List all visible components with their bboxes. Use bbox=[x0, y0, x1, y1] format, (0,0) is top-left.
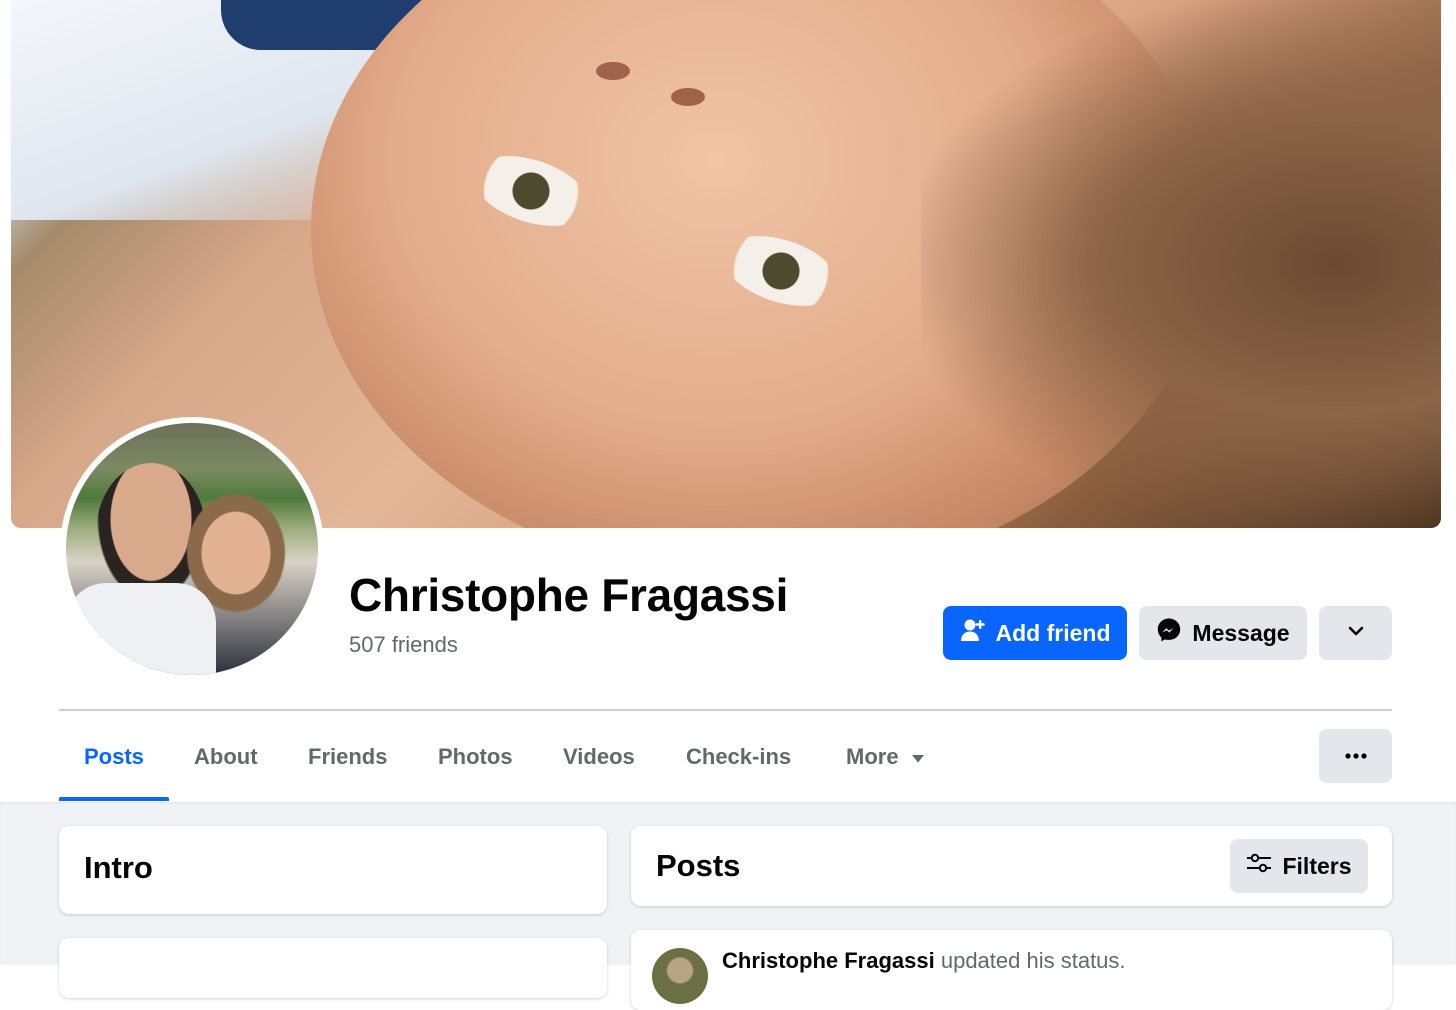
tab-more-label: More bbox=[846, 744, 899, 769]
add-person-icon bbox=[960, 617, 986, 649]
tab-about[interactable]: About bbox=[194, 735, 258, 779]
header-divider bbox=[59, 709, 1392, 711]
post-action-text: updated his status. bbox=[940, 948, 1126, 973]
intro-title: Intro bbox=[84, 850, 153, 885]
messenger-icon bbox=[1156, 617, 1182, 649]
posts-title: Posts bbox=[656, 848, 741, 883]
tab-friends[interactable]: Friends bbox=[308, 735, 387, 779]
chevron-down-icon bbox=[1346, 620, 1366, 647]
active-tab-indicator bbox=[59, 797, 169, 801]
post-header: Christophe Fragassi updated his status. bbox=[722, 948, 1126, 974]
tab-posts[interactable]: Posts bbox=[84, 735, 144, 779]
post-author-name[interactable]: Christophe Fragassi bbox=[722, 948, 935, 973]
post-author-avatar[interactable] bbox=[652, 948, 708, 1004]
profile-picture[interactable] bbox=[60, 417, 324, 681]
profile-options-dropdown[interactable] bbox=[1319, 606, 1392, 660]
filters-icon bbox=[1246, 852, 1272, 880]
filters-label: Filters bbox=[1282, 852, 1352, 879]
cover-detail-nostril bbox=[596, 62, 630, 80]
more-options-button[interactable] bbox=[1319, 729, 1392, 783]
message-button[interactable]: Message bbox=[1139, 606, 1307, 660]
tab-check-ins[interactable]: Check-ins bbox=[686, 735, 791, 779]
cover-detail-nostril bbox=[671, 88, 705, 106]
left-column-card bbox=[59, 938, 607, 998]
intro-card: Intro bbox=[59, 826, 607, 914]
avatar-detail-shirt bbox=[66, 583, 216, 675]
add-friend-label: Add friend bbox=[995, 619, 1111, 646]
profile-picture-image bbox=[66, 423, 318, 675]
friends-count-link[interactable]: 507 friends bbox=[349, 632, 458, 658]
tab-photos[interactable]: Photos bbox=[438, 735, 513, 779]
cover-detail-hair bbox=[921, 0, 1441, 528]
tab-videos[interactable]: Videos bbox=[563, 735, 635, 779]
profile-name: Christophe Fragassi bbox=[349, 569, 789, 621]
caret-down-icon bbox=[911, 735, 925, 779]
filters-button[interactable]: Filters bbox=[1230, 839, 1368, 893]
message-label: Message bbox=[1192, 619, 1290, 646]
add-friend-button[interactable]: Add friend bbox=[943, 606, 1127, 660]
tab-more[interactable]: More bbox=[846, 735, 925, 779]
ellipsis-icon bbox=[1344, 747, 1368, 765]
